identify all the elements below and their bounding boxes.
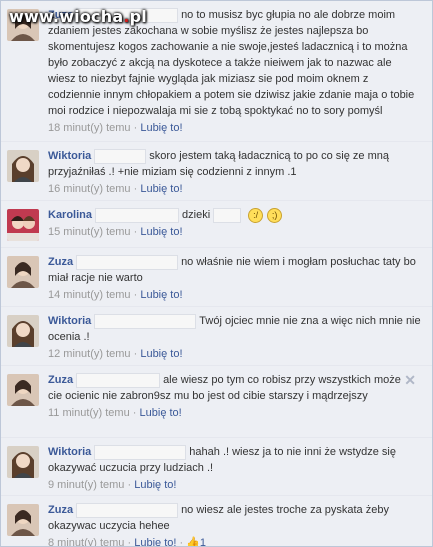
comment-meta: 11 minut(y) temu · Lubię to! xyxy=(48,405,408,421)
meta-separator: · xyxy=(179,537,184,547)
meta-separator: · xyxy=(133,348,138,360)
comment-time[interactable]: 15 minut(y) temu xyxy=(48,226,131,238)
comment-meta: 8 minut(y) temu · Lubię to! · 👍1 xyxy=(48,535,422,547)
watermark-site: wiocha xyxy=(59,7,124,26)
comment-item: Karolina dzieki :/;) 15 minut(y) temu · Lu… xyxy=(1,201,432,248)
avatar[interactable] xyxy=(7,150,39,182)
meta-separator: · xyxy=(127,479,132,491)
wink-emoticon-icon: ;) xyxy=(267,207,283,223)
avatar[interactable] xyxy=(7,374,39,406)
comment-meta: 16 minut(y) temu · Lubię to! xyxy=(48,181,422,197)
redacted-surname xyxy=(94,313,197,329)
comment-meta: 15 minut(y) temu · Lubię to! xyxy=(48,224,422,240)
comment-time[interactable]: 12 minut(y) temu xyxy=(48,348,131,360)
avatar[interactable] xyxy=(7,446,39,478)
meta-separator: · xyxy=(127,537,132,547)
comment-meta: 9 minut(y) temu · Lubię to! xyxy=(48,477,422,493)
like-link[interactable]: Lubię to! xyxy=(134,537,176,546)
redacted-surname xyxy=(76,372,161,388)
site-watermark: www.wiocha.pl xyxy=(9,7,147,26)
like-link[interactable]: Lubię to! xyxy=(140,289,182,301)
comment-item: Zuza no wiesz ale jestes troche za pyskat… xyxy=(1,496,432,547)
comment-thread: www.wiocha.pl Zuza no to musisz byc głupi… xyxy=(0,0,433,547)
watermark-prefix: www. xyxy=(9,7,60,26)
comment-item: Zuza no właśnie nie wiem i mogłam posłuch… xyxy=(1,248,432,307)
comment-item: ✕ Zuza ale wiesz po tym co robisz przy ws… xyxy=(1,366,432,438)
comment-author[interactable]: Zuza xyxy=(48,256,73,268)
redacted-surname xyxy=(76,254,179,270)
comment-time[interactable]: 8 minut(y) temu xyxy=(48,537,124,546)
avatar[interactable] xyxy=(7,315,39,347)
like-link[interactable]: Lubię to! xyxy=(140,122,182,134)
comment-meta: 18 minut(y) temu · Lubię to! xyxy=(48,120,422,136)
thumbs-up-icon[interactable]: 👍 xyxy=(186,537,200,546)
comment-item: Wiktoria skoro jestem taką ładacznicą to … xyxy=(1,142,432,201)
comment-time[interactable]: 9 minut(y) temu xyxy=(48,479,124,491)
meta-separator: · xyxy=(133,183,138,195)
comment-item: Wiktoria hahah .! wiesz ja to nie inni że… xyxy=(1,438,432,496)
comment-time[interactable]: 14 minut(y) temu xyxy=(48,289,131,301)
avatar[interactable] xyxy=(7,256,39,288)
like-link[interactable]: Lubię to! xyxy=(140,348,182,360)
comment-author[interactable]: Zuza xyxy=(48,504,73,516)
comment-author[interactable]: Wiktoria xyxy=(48,315,91,327)
like-link[interactable]: Lubię to! xyxy=(140,226,182,238)
comment-author[interactable]: Karolina xyxy=(48,209,92,221)
like-link[interactable]: Lubię to! xyxy=(140,183,182,195)
redacted-fragment xyxy=(213,207,242,223)
comment-text: dzieki xyxy=(182,209,211,221)
comment-item: Wiktoria Twój ojciec mnie nie zna a więc … xyxy=(1,307,432,366)
redacted-surname xyxy=(94,148,147,164)
confused-emoticon-icon: :/ xyxy=(248,207,264,223)
redacted-surname xyxy=(76,502,179,518)
like-link[interactable]: Lubię to! xyxy=(134,479,176,491)
meta-separator: · xyxy=(133,289,138,301)
meta-separator: · xyxy=(132,407,137,419)
comment-author[interactable]: Zuza xyxy=(48,374,73,386)
redacted-surname xyxy=(94,444,187,460)
comment-time[interactable]: 11 minut(y) temu xyxy=(48,407,130,419)
avatar[interactable] xyxy=(7,209,39,241)
comment-meta: 14 minut(y) temu · Lubię to! xyxy=(48,287,422,303)
watermark-tld: pl xyxy=(129,7,147,26)
comment-time[interactable]: 18 minut(y) temu xyxy=(48,122,131,134)
meta-separator: · xyxy=(133,226,138,238)
like-link[interactable]: Lubię to! xyxy=(140,407,182,419)
redacted-surname xyxy=(95,207,180,223)
comment-meta: 12 minut(y) temu · Lubię to! xyxy=(48,346,422,362)
avatar[interactable] xyxy=(7,504,39,536)
meta-separator: · xyxy=(133,122,138,134)
like-count[interactable]: 1 xyxy=(200,537,206,546)
comment-author[interactable]: Wiktoria xyxy=(48,150,91,162)
comment-author[interactable]: Wiktoria xyxy=(48,446,91,458)
comment-time[interactable]: 16 minut(y) temu xyxy=(48,183,131,195)
